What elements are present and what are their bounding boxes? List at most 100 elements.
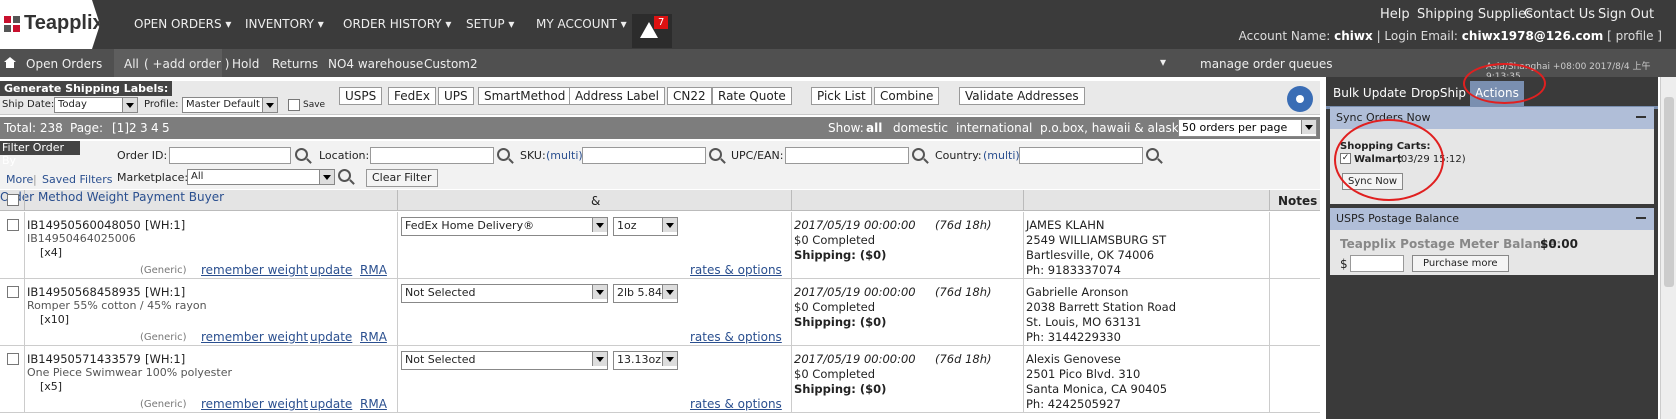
country-search-icon[interactable]	[1146, 148, 1159, 161]
rma-link[interactable]: RMA	[360, 263, 387, 277]
rates-options-link[interactable]: rates & options	[690, 263, 782, 277]
method-column-header[interactable]: Method	[38, 190, 83, 204]
scrollbar-thumb[interactable]	[1664, 97, 1674, 287]
international-link[interactable]: international	[956, 121, 1032, 135]
order-id[interactable]: IB14950568458935	[27, 285, 141, 299]
page-link-4[interactable]: 4	[151, 121, 159, 135]
clear-filter-button[interactable]: Clear Filter	[366, 169, 438, 187]
profile-select[interactable]: Master Default	[182, 97, 278, 113]
purchase-more-button[interactable]: Purchase more	[1412, 255, 1509, 272]
shipping-method-select[interactable]: Not Selected	[401, 351, 608, 370]
location-search-icon[interactable]	[497, 148, 510, 161]
cn22-button[interactable]: CN22	[667, 87, 712, 105]
add-order-link[interactable]: ( +add order )	[144, 57, 229, 71]
ship-date-select[interactable]: Today	[54, 97, 138, 113]
fedex-button[interactable]: FedEx	[388, 87, 436, 105]
home-icon[interactable]	[4, 57, 16, 68]
teapplix-logo[interactable]: Teapplix	[0, 0, 100, 49]
show-all-link[interactable]: all	[866, 121, 882, 135]
weight-select[interactable]: 13.13oz	[613, 351, 678, 370]
marketplace-search-icon[interactable]	[338, 169, 351, 182]
row-checkbox[interactable]	[7, 286, 19, 298]
page-link-5[interactable]: 5	[162, 121, 170, 135]
update-link[interactable]: update	[310, 330, 352, 344]
combine-button[interactable]: Combine	[874, 87, 940, 105]
postage-balance-header[interactable]: USPS Postage Balance	[1330, 208, 1654, 230]
weight-select[interactable]: 2lb 5.84o	[613, 284, 678, 303]
tab-custom2[interactable]: Custom2	[424, 57, 478, 71]
tab-hold[interactable]: Hold	[232, 57, 259, 71]
pick-list-button[interactable]: Pick List	[811, 87, 872, 105]
remember-weight-link[interactable]: remember weight	[201, 397, 308, 411]
rma-link[interactable]: RMA	[360, 330, 387, 344]
shipping-method-select[interactable]: FedEx Home Delivery®	[401, 217, 608, 236]
alert-button[interactable]: 7	[632, 14, 672, 48]
row-checkbox[interactable]	[7, 353, 19, 365]
select-all-checkbox[interactable]	[7, 194, 19, 206]
sku-input[interactable]	[582, 147, 706, 164]
shipping-supplies-link[interactable]: Shipping Supplies	[1417, 7, 1533, 22]
menu-open-orders[interactable]: OPEN ORDERS ▾	[134, 17, 231, 31]
profile-link[interactable]: [ profile ]	[1607, 29, 1662, 43]
row-checkbox[interactable]	[7, 219, 19, 231]
menu-my-account[interactable]: MY ACCOUNT ▾	[536, 17, 627, 31]
tab-bulk-update[interactable]: Bulk Update	[1328, 81, 1411, 106]
scrollbar[interactable]	[1660, 77, 1676, 419]
domestic-link[interactable]: domestic	[893, 121, 948, 135]
ups-button[interactable]: UPS	[438, 87, 474, 105]
rate-quote-button[interactable]: Rate Quote	[712, 87, 792, 105]
sku-search-icon[interactable]	[709, 148, 722, 161]
country-input[interactable]	[1019, 147, 1143, 164]
menu-inventory[interactable]: INVENTORY ▾	[245, 17, 324, 31]
shipping-method-select[interactable]: Not Selected	[401, 284, 608, 303]
upc-search-icon[interactable]	[912, 148, 925, 161]
order-id[interactable]: IB14950571433579	[27, 352, 141, 366]
remember-weight-link[interactable]: remember weight	[201, 263, 308, 277]
address-label-button[interactable]: Address Label	[569, 87, 665, 105]
update-link[interactable]: update	[310, 397, 352, 411]
contact-us-link[interactable]: Contact Us	[1524, 7, 1595, 22]
weight-select[interactable]: 1oz	[613, 217, 678, 236]
queue-dropdown-icon[interactable]: ▾	[1160, 55, 1166, 69]
smartmethod-button[interactable]: SmartMethod	[478, 87, 572, 105]
location-input[interactable]	[370, 147, 494, 164]
weight-column-header[interactable]: Weight	[87, 190, 129, 204]
tab-all[interactable]: All	[124, 57, 139, 71]
page-link-2[interactable]: 2	[129, 121, 137, 135]
page-link-3[interactable]: 3	[140, 121, 148, 135]
usps-button[interactable]: USPS	[339, 87, 383, 105]
rma-link[interactable]: RMA	[360, 397, 387, 411]
tab-no4-warehouse[interactable]: NO4 warehouse	[328, 57, 423, 71]
country-multi-link[interactable]: (multi)	[983, 149, 1020, 162]
manage-queues-link[interactable]: manage order queues	[1200, 57, 1332, 71]
order-id-input[interactable]	[169, 147, 291, 164]
tab-returns[interactable]: Returns	[272, 57, 318, 71]
menu-order-history[interactable]: ORDER HISTORY ▾	[343, 17, 451, 31]
save-checkbox[interactable]	[288, 99, 300, 111]
order-id[interactable]: IB14950560048050	[27, 218, 141, 232]
sku-multi-link[interactable]: (multi)	[546, 149, 583, 162]
more-link[interactable]: More	[6, 173, 33, 186]
upc-input[interactable]	[785, 147, 909, 164]
payment-column-header[interactable]: Payment	[132, 190, 185, 204]
update-link[interactable]: update	[310, 263, 352, 277]
collapse-icon[interactable]	[1636, 116, 1646, 118]
order-id-search-icon[interactable]	[295, 148, 308, 161]
tab-dropship[interactable]: DropShip	[1406, 81, 1471, 106]
pobox-link[interactable]: p.o.box, hawaii & alaska	[1040, 121, 1186, 135]
purchase-amount-input[interactable]	[1350, 255, 1404, 272]
buyer-column-header[interactable]: Buyer	[189, 190, 224, 204]
gear-icon[interactable]	[1287, 86, 1313, 112]
saved-filters-link[interactable]: Saved Filters	[42, 173, 112, 186]
open-orders-link[interactable]: Open Orders	[26, 57, 102, 71]
marketplace-select[interactable]: All	[187, 169, 335, 185]
orders-per-page-select[interactable]: 50 orders per page	[1178, 119, 1317, 137]
rates-options-link[interactable]: rates & options	[690, 397, 782, 411]
menu-setup[interactable]: SETUP ▾	[466, 17, 514, 31]
sign-out-link[interactable]: Sign Out	[1598, 7, 1654, 22]
validate-addresses-button[interactable]: Validate Addresses	[959, 87, 1085, 105]
remember-weight-link[interactable]: remember weight	[201, 330, 308, 344]
help-link[interactable]: Help	[1380, 7, 1410, 22]
rates-options-link[interactable]: rates & options	[690, 330, 782, 344]
collapse-icon[interactable]	[1636, 217, 1646, 219]
